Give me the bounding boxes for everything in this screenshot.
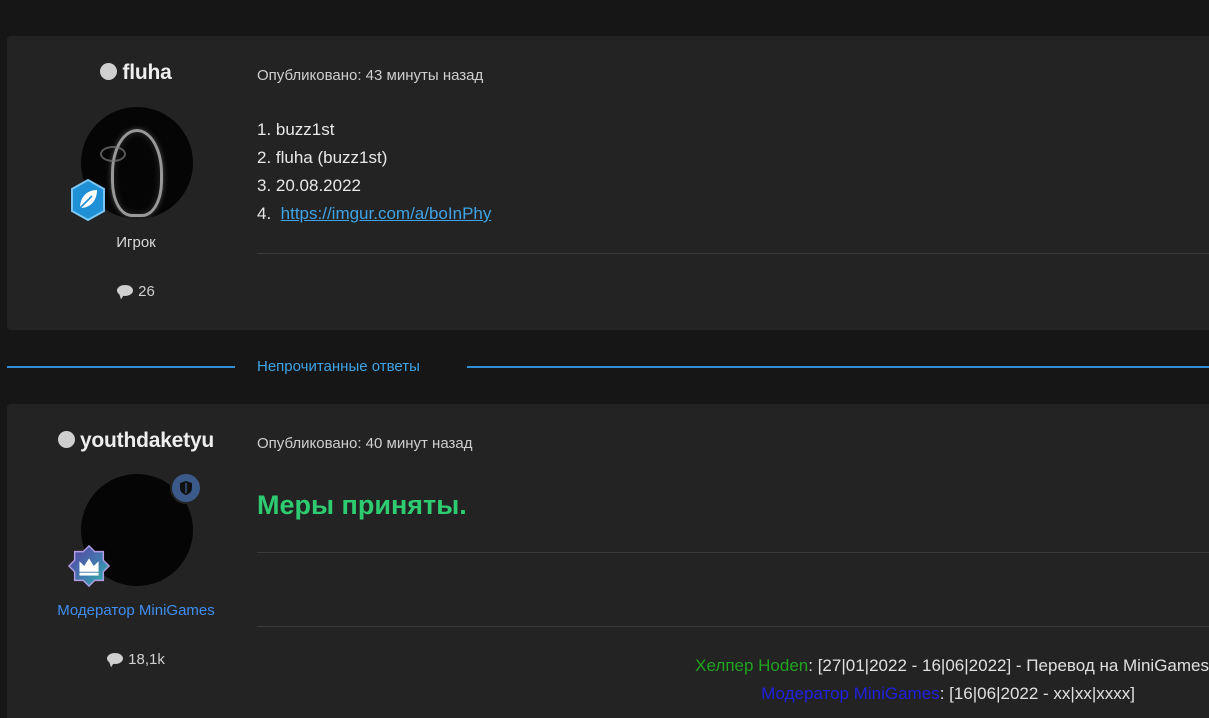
- signature-text: : [27|01|2022 - 16|06|2022] - Перевод на…: [808, 656, 1209, 675]
- comment-icon: [107, 653, 124, 664]
- post-youthdaketyu: youthdaketyu Модератор MiniGames 18,1k О…: [7, 404, 1209, 718]
- post-date[interactable]: Опубликовано: 40 минут назад: [257, 435, 472, 452]
- imgur-link[interactable]: https://imgur.com/a/boInPhy: [281, 204, 492, 223]
- signature-divider: [257, 626, 1209, 627]
- author-rank-title: Игрок: [116, 234, 156, 251]
- signature-role: Хелпер Hoden: [695, 656, 809, 675]
- content-line: 1. buzz1st: [257, 120, 335, 139]
- signature-line: Модератор MiniGames: [16|06|2022 - xx|xx…: [761, 684, 1135, 704]
- signature-line: Хелпер Hoden: [27|01|2022 - 16|06|2022] …: [695, 656, 1209, 676]
- offline-status-icon: [100, 63, 118, 80]
- author-name[interactable]: fluha: [7, 61, 265, 85]
- content-line: 2. fluha (buzz1st): [257, 148, 388, 167]
- separator-line-right: [467, 366, 1209, 368]
- signature-role: Модератор MiniGames: [761, 684, 940, 703]
- post-date[interactable]: Опубликовано: 43 минуты назад: [257, 67, 483, 84]
- crown-icon: [67, 544, 111, 588]
- post-fluha: fluha Игрок 26 Опубликовано: 43 минуты н…: [7, 36, 1209, 330]
- comment-icon: [117, 285, 134, 296]
- author-name[interactable]: youthdaketyu: [7, 429, 265, 453]
- post-divider: [257, 552, 1209, 553]
- author-rank-title: Модератор MiniGames: [57, 602, 215, 619]
- separator-line-left: [7, 366, 235, 368]
- offline-status-icon: [57, 431, 75, 448]
- author-post-count[interactable]: 18,1k: [7, 651, 265, 668]
- unread-separator: Непрочитанные ответы: [7, 358, 1209, 376]
- post-divider: [257, 253, 1209, 254]
- post-content: 1. buzz1st 2. fluha (buzz1st) 3. 20.08.2…: [257, 116, 491, 228]
- author-post-count[interactable]: 26: [7, 283, 265, 300]
- topic-page: fluha Игрок 26 Опубликовано: 43 минуты н…: [0, 0, 1209, 718]
- shield-icon: [170, 472, 202, 504]
- link-prefix: 4.: [257, 204, 272, 223]
- unread-label: Непрочитанные ответы: [257, 358, 420, 375]
- content-line: 3. 20.08.2022: [257, 176, 361, 195]
- content-line: 4. https://imgur.com/a/boInPhy: [257, 200, 491, 228]
- avatar-image: [100, 129, 163, 217]
- signature-text: : [16|06|2022 - xx|xx|xxxx]: [939, 684, 1135, 703]
- post-message: Меры приняты.: [257, 490, 467, 520]
- leaf-icon: [66, 178, 110, 222]
